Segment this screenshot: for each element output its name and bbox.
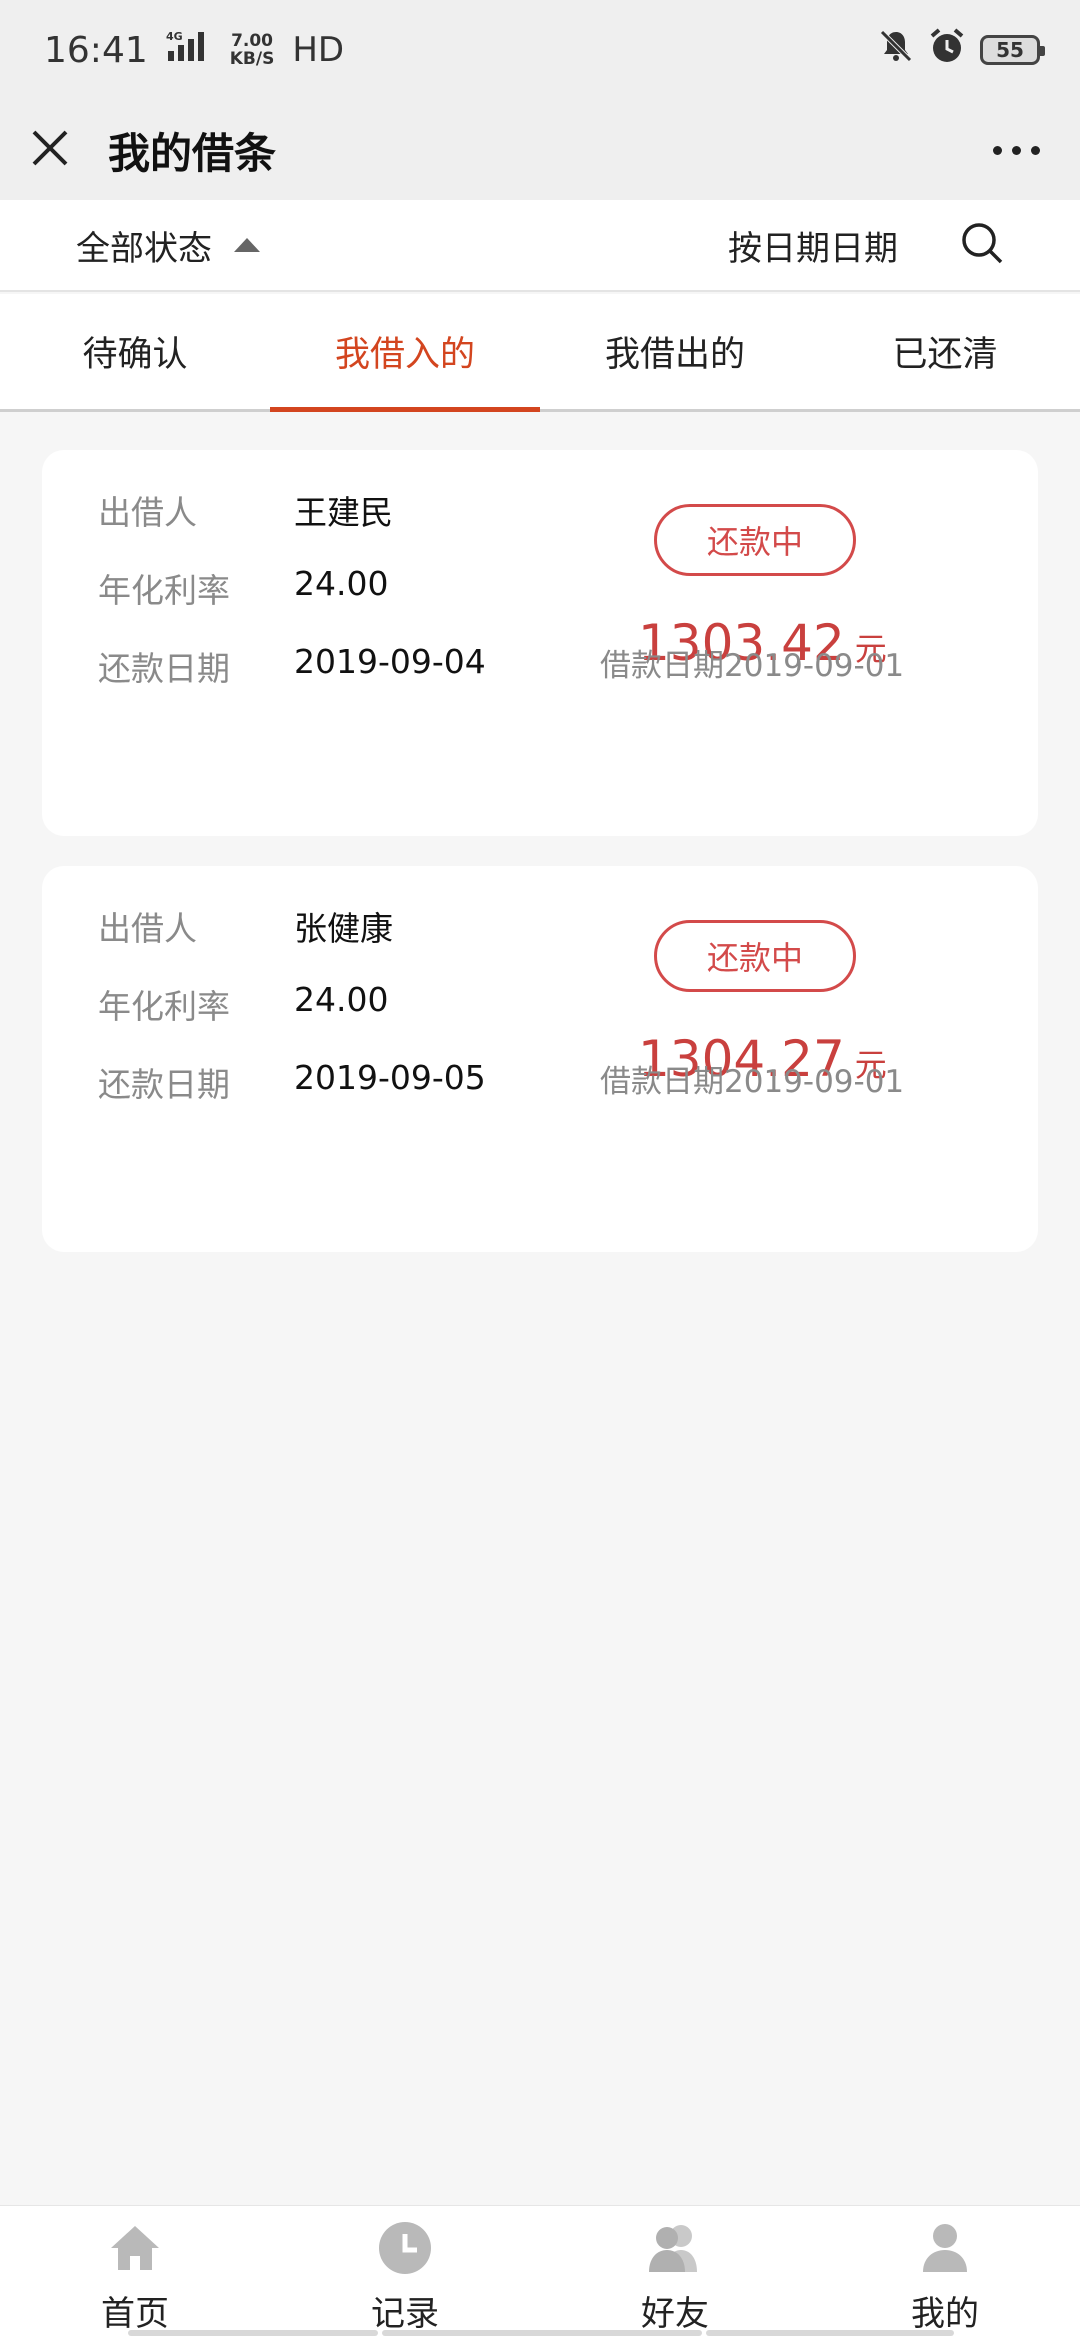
title-bar: 我的借条 [0, 100, 1080, 200]
dot-icon [993, 145, 1002, 155]
signal-icon: 4G [166, 29, 212, 72]
friends-icon [645, 2218, 705, 2278]
caret-up-icon [234, 238, 260, 252]
home-indicator [706, 2330, 954, 2336]
clock-icon [375, 2218, 435, 2278]
nav-records-label: 记录 [371, 2294, 439, 2334]
net-speed: 7.00 KB/S [230, 32, 275, 68]
rate-value: 24.00 [294, 980, 389, 1019]
page-title: 我的借条 [108, 128, 277, 178]
rate-value: 24.00 [294, 564, 389, 603]
loan-date: 借款日期2019-09-01 [600, 648, 905, 684]
status-badge: 还款中 [654, 920, 856, 992]
dot-icon [1012, 145, 1021, 155]
battery-icon: 55 [980, 35, 1045, 65]
rate-label: 年化利率 [98, 987, 230, 1026]
due-date-value: 2019-09-05 [294, 1058, 486, 1097]
nav-records[interactable]: 记录 [270, 2206, 540, 2340]
tab-paid-off[interactable]: 已还清 [810, 294, 1080, 409]
lender-name: 张健康 [294, 909, 393, 948]
bottom-nav: 首页 记录 好友 我的 [0, 2205, 1080, 2340]
filter-bar: 全部状态 按日期日期 [0, 200, 1080, 292]
lender-label: 出借人 [98, 909, 197, 948]
status-badge: 还款中 [654, 504, 856, 576]
alarm-icon [928, 27, 966, 74]
nav-mine[interactable]: 我的 [810, 2206, 1080, 2340]
loan-card[interactable]: 出借人 王建民 还款中 年化利率 24.00 1303.42 元 还款日期 20… [42, 450, 1038, 836]
person-icon [915, 2218, 975, 2278]
rate-label: 年化利率 [98, 571, 230, 610]
hd-indicator: HD [292, 30, 345, 70]
dot-icon [1031, 145, 1040, 155]
status-time: 16:41 [44, 29, 148, 71]
nav-home[interactable]: 首页 [0, 2206, 270, 2340]
lender-name: 王建民 [294, 493, 393, 532]
close-icon[interactable] [30, 128, 70, 172]
status-filter-label: 全部状态 [76, 228, 212, 269]
home-indicator [128, 2330, 378, 2336]
date-sort-button[interactable]: 按日期日期 [728, 221, 898, 270]
lender-label: 出借人 [98, 493, 197, 532]
tab-bar: 待确认 我借入的 我借出的 已还清 [0, 294, 1080, 412]
due-date-label: 还款日期 [98, 649, 230, 688]
tab-pending-confirm[interactable]: 待确认 [0, 294, 270, 409]
loan-card[interactable]: 出借人 张健康 还款中 年化利率 24.00 1304.27 元 还款日期 20… [42, 866, 1038, 1252]
home-indicator [382, 2330, 702, 2336]
mute-bell-icon [878, 28, 914, 73]
net-speed-unit: KB/S [229, 49, 275, 69]
home-icon [105, 2218, 165, 2278]
more-options-button[interactable] [983, 136, 1050, 165]
status-filter-dropdown[interactable]: 全部状态 [76, 221, 260, 270]
tab-borrowed[interactable]: 我借入的 [270, 294, 540, 412]
search-icon[interactable] [960, 221, 1004, 269]
tab-lent[interactable]: 我借出的 [540, 294, 810, 409]
status-bar: 16:41 4G 7.00 KB/S HD 55 [0, 0, 1080, 100]
nav-mine-label: 我的 [911, 2294, 979, 2334]
loan-date: 借款日期2019-09-01 [600, 1064, 905, 1100]
nav-friends-label: 好友 [641, 2294, 709, 2334]
due-date-label: 还款日期 [98, 1065, 230, 1104]
due-date-value: 2019-09-04 [294, 642, 486, 681]
nav-home-label: 首页 [101, 2294, 169, 2334]
net-speed-value: 7.00 [231, 31, 274, 51]
nav-friends[interactable]: 好友 [540, 2206, 810, 2340]
svg-text:4G: 4G [166, 30, 183, 43]
